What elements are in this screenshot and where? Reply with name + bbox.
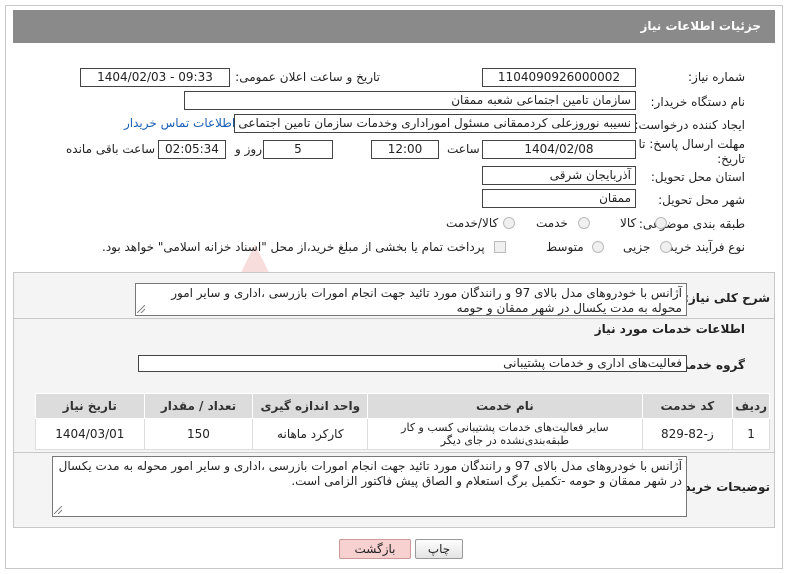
services-table: ردیف کد خدمت نام خدمت واحد اندازه گیری ت… bbox=[35, 393, 770, 450]
process-option-minor: جزیی bbox=[623, 240, 651, 254]
process-label: نوع فرآیند خرید : bbox=[660, 240, 745, 254]
city-field: ممقان bbox=[482, 189, 636, 208]
creator-field: نسیبه نوروزعلی کردممقانی مسئول اموراداری… bbox=[234, 114, 636, 133]
days-label: روز و bbox=[235, 142, 262, 156]
remaining-label: ساعت باقی مانده bbox=[66, 142, 156, 156]
province-field: آذربایجان شرقی bbox=[482, 166, 636, 185]
col-name: نام خدمت bbox=[367, 393, 643, 419]
col-row: ردیف bbox=[732, 393, 770, 419]
col-code: کد خدمت bbox=[641, 393, 734, 419]
col-date: تاریخ نیاز bbox=[35, 393, 145, 419]
print-button[interactable]: چاپ bbox=[415, 539, 463, 559]
cell-code: ز-82-829 bbox=[641, 418, 734, 450]
process-option-medium: متوسط bbox=[546, 240, 584, 254]
services-section-title: اطلاعات خدمات مورد نیاز bbox=[594, 322, 745, 336]
deadline-date-field: 1404/02/08 bbox=[482, 140, 636, 159]
header-bar: جزئیات اطلاعات نیاز bbox=[13, 10, 775, 43]
creator-label: ایجاد کننده درخواست: bbox=[634, 118, 745, 132]
summary-label: شرح کلی نیاز: bbox=[684, 291, 770, 305]
cell-row: 1 bbox=[732, 418, 770, 450]
table-row: 1 ز-82-829 سایر فعالیت‌های خدمات پشتیبان… bbox=[35, 418, 770, 450]
process-radio-minor[interactable] bbox=[660, 241, 672, 253]
category-option-service: خدمت bbox=[536, 216, 568, 230]
payment-checkbox[interactable] bbox=[494, 241, 506, 253]
buyer-org-label: نام دستگاه خریدار: bbox=[650, 95, 746, 109]
table-header-row: ردیف کد خدمت نام خدمت واحد اندازه گیری ت… bbox=[35, 393, 770, 419]
process-radio-medium[interactable] bbox=[592, 241, 604, 253]
cell-date: 1404/03/01 bbox=[35, 418, 145, 450]
cell-name: سایر فعالیت‌های خدمات پشتیبانی کسب و کار… bbox=[367, 418, 643, 450]
category-radio-service[interactable] bbox=[578, 217, 590, 229]
announce-field: 1404/02/03 - 09:33 bbox=[80, 68, 230, 87]
col-unit: واحد اندازه گیری bbox=[252, 393, 369, 419]
category-radio-goods[interactable] bbox=[655, 217, 667, 229]
need-number-label: شماره نیاز: bbox=[688, 70, 745, 84]
summary-textarea[interactable]: آژانس با خودروهای مدل بالای 97 و رانندگا… bbox=[135, 283, 687, 316]
back-button[interactable]: بازگشت bbox=[339, 539, 411, 559]
need-number-field: 1104090926000002 bbox=[482, 68, 636, 87]
buyer-org-field: سازمان تامین اجتماعی شعبه ممقان bbox=[184, 91, 636, 110]
deadline-label: مهلت ارسال پاسخ: تا bbox=[638, 137, 745, 151]
col-qty: تعداد / مقدار bbox=[143, 393, 254, 419]
payment-note: پرداخت تمام یا بخشی از مبلغ خرید،از محل … bbox=[102, 240, 485, 254]
category-option-goods-service: کالا/خدمت bbox=[446, 216, 499, 230]
category-radio-goods-service[interactable] bbox=[503, 217, 515, 229]
cell-qty: 150 bbox=[143, 418, 254, 450]
deadline-time-field: 12:00 bbox=[371, 140, 439, 159]
days-field: 5 bbox=[263, 140, 333, 159]
buyer-contact-link[interactable]: اطلاعات تماس خریدار bbox=[124, 116, 235, 130]
announce-label: تاریخ و ساعت اعلان عمومی: bbox=[235, 70, 380, 84]
remaining-time-field: 02:05:34 bbox=[158, 140, 226, 159]
deadline-time-label: ساعت bbox=[447, 142, 480, 156]
service-group-field: فعالیت‌های اداری و خدمات پشتیبانی bbox=[138, 355, 687, 372]
cell-unit: کارکرد ماهانه bbox=[252, 418, 369, 450]
buyer-notes-textarea[interactable]: آژانس با خودروهای مدل بالای 97 و رانندگا… bbox=[52, 456, 687, 517]
deadline-label-date: تاریخ: bbox=[717, 152, 745, 166]
buyer-notes-resize-grip[interactable] bbox=[54, 506, 62, 514]
summary-resize-grip[interactable] bbox=[137, 305, 145, 313]
city-label: شهر محل تحویل: bbox=[658, 193, 745, 207]
category-option-goods: کالا bbox=[620, 216, 637, 230]
page-title: جزئیات اطلاعات نیاز bbox=[640, 19, 761, 33]
province-label: استان محل تحویل: bbox=[650, 170, 745, 184]
